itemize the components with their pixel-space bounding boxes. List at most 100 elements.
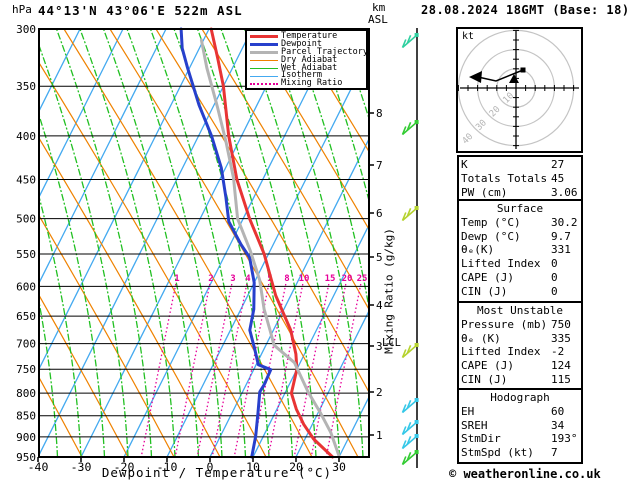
surface-table: Surface Temp (°C) 30.2 Dewp (°C) 9.7 θₑ(K) 331…	[457, 199, 583, 303]
table-title: Hodograph	[490, 391, 550, 404]
pressure-tick-label: 750	[16, 363, 36, 376]
mixing-ratio-value-label: 25	[357, 274, 368, 284]
wind-barb-icon	[401, 398, 419, 414]
pressure-tick-label: 900	[16, 431, 36, 444]
table-row: θₑ(K) 331	[461, 243, 579, 257]
table-row: Pressure (mb) 750	[461, 318, 579, 332]
table-row: CIN (J) 0	[461, 285, 579, 299]
hodograph-start-marker	[520, 67, 526, 73]
hodograph-ring-label: 30	[474, 118, 489, 133]
temp-tick-label: -40	[28, 460, 49, 474]
metric-value: 0	[551, 270, 558, 284]
legend-item-label: Mixing Ratio	[281, 78, 343, 89]
km-tick-label: 3	[376, 340, 383, 353]
table-row: Dewp (°C) 9.7	[461, 230, 579, 244]
table-row: CIN (J) 115	[461, 373, 579, 387]
table-row: θₑ (K) 335	[461, 332, 579, 346]
pressure-tick-label: 350	[16, 80, 36, 93]
table-title: Surface	[496, 202, 544, 215]
pressure-tick-label: 400	[16, 130, 36, 143]
mixing-ratio-value-label: 4	[245, 274, 251, 284]
wind-barb-icon	[401, 120, 419, 136]
metric-value: 115	[551, 372, 571, 386]
metric-label: Dewp (°C)	[461, 229, 521, 243]
km-tick-label: 2	[376, 386, 383, 399]
legend-item: Mixing Ratio	[250, 78, 366, 89]
most-unstable-table: Most Unstable Pressure (mb) 750 θₑ (K) 335 Li…	[457, 301, 583, 390]
pressure-tick-label: 300	[16, 23, 36, 36]
km-tick-label: 7	[376, 159, 383, 172]
mixing-ratio-value-label: 10	[299, 274, 310, 284]
metric-value: 0	[551, 257, 558, 271]
wind-barb-icon	[401, 33, 419, 49]
temp-tick-label: 20	[289, 460, 303, 474]
mixing-ratio-value-label: 20	[342, 274, 353, 284]
pressure-tick-label: 650	[16, 310, 36, 323]
pressure-tick-label: 850	[16, 410, 36, 423]
pressure-tick-label: 450	[16, 174, 36, 187]
legend: Temperature Dewpoint Parcel Trajectory Dry …	[245, 29, 368, 90]
indices-table: K 27 Totals Totals 45 PW (cm) 3.06	[457, 155, 583, 201]
mixing-ratio-value-label: 2	[208, 274, 213, 284]
metric-label: Pressure (mb)	[461, 317, 548, 331]
metric-label: Lifted Index	[461, 257, 541, 271]
metric-value: 124	[551, 359, 571, 373]
pressure-tick-label: 600	[16, 280, 36, 293]
hodograph-panel: 10203040	[458, 29, 579, 149]
metric-label: Temp (°C)	[461, 215, 521, 229]
km-tick-label: 1	[376, 429, 383, 442]
table-row: SREH 34	[461, 419, 579, 433]
km-tick-label: 4	[376, 299, 383, 312]
temp-tick-label: 0	[207, 460, 214, 474]
metric-value: 27	[551, 158, 565, 171]
table-row: Temp (°C) 30.2	[461, 216, 579, 230]
metric-label: CIN (J)	[461, 284, 508, 298]
hodograph-table: Hodograph EH 60 SREH 34 StmDir 193° StmSpd (kt)…	[457, 388, 583, 464]
legend-line-sample	[250, 83, 278, 86]
mixing-ratio-value-label: 15	[325, 274, 336, 284]
wind-barb-icon	[401, 420, 419, 436]
wind-barb-icon	[401, 206, 419, 222]
temp-tick-label: 10	[246, 460, 260, 474]
metric-value: 0	[551, 284, 558, 298]
wind-barb-icon	[401, 434, 419, 450]
metric-value: -2	[551, 345, 565, 359]
metric-label: Totals Totals	[461, 171, 548, 185]
metric-value: 9.7	[551, 229, 571, 243]
pressure-tick-label: 500	[16, 213, 36, 226]
metric-value: 335	[551, 331, 571, 345]
legend-line-sample	[250, 43, 278, 47]
pressure-tick-label: 550	[16, 248, 36, 261]
pressure-tick-label: 700	[16, 338, 36, 351]
metric-label: θₑ (K)	[461, 331, 501, 345]
metric-label: SREH	[461, 418, 488, 432]
metric-value: 45	[551, 171, 565, 185]
temp-tick-label: -10	[157, 460, 178, 474]
mixing-ratio-value-label: 1	[174, 274, 179, 284]
metric-value: 750	[551, 317, 571, 331]
wind-barb-icon	[401, 343, 419, 359]
table-row: Lifted Index 0	[461, 257, 579, 271]
table-title: Most Unstable	[476, 304, 564, 317]
legend-line-sample	[250, 67, 278, 70]
legend-line-sample	[250, 75, 278, 78]
metric-label: CIN (J)	[461, 372, 508, 386]
km-tick-label: 6	[376, 207, 383, 220]
metric-label: CAPE (J)	[461, 359, 514, 373]
metric-value: 60	[551, 404, 565, 418]
metric-label: StmSpd (kt)	[461, 446, 534, 460]
pressure-tick-label: 800	[16, 387, 36, 400]
legend-line-sample	[250, 59, 278, 62]
metric-label: θₑ(K)	[461, 243, 495, 257]
mixing-ratio-value-label: 3	[230, 274, 235, 284]
table-row: EH 60	[461, 405, 579, 419]
km-tick-label: 5	[376, 251, 383, 264]
table-row: PW (cm) 3.06	[461, 186, 579, 200]
table-row: StmDir 193°	[461, 432, 579, 446]
legend-line-sample	[250, 51, 278, 55]
metric-value: 193°	[551, 432, 578, 446]
table-row: CAPE (J) 124	[461, 359, 579, 373]
curve-parcel-trajectory	[199, 38, 341, 459]
table-row: StmSpd (kt) 7	[461, 446, 579, 460]
hodograph-trace-arrow	[469, 71, 482, 83]
